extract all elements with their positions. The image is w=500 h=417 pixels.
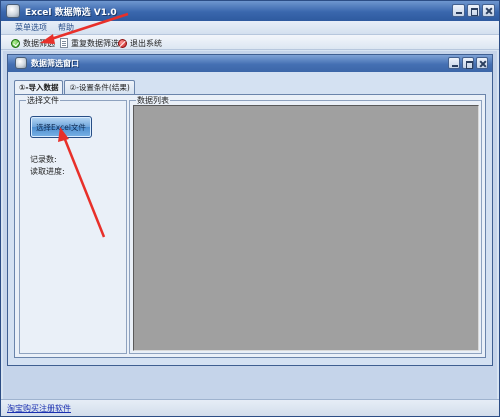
- close-button[interactable]: [482, 4, 495, 17]
- tab-import-data[interactable]: ①-导入数据: [14, 80, 64, 95]
- record-count-label: 记录数:: [30, 155, 57, 164]
- data-grid[interactable]: [133, 105, 479, 351]
- child-window-icon: [15, 57, 27, 69]
- toolbar-data-filter-label: 数据筛选: [23, 38, 55, 48]
- child-title-bar[interactable]: 数据筛选窗口: [8, 55, 492, 72]
- stop-icon: [118, 38, 127, 48]
- menu-help[interactable]: 帮助: [58, 22, 74, 33]
- tab-set-conditions[interactable]: ②-设置条件(结果): [64, 80, 135, 94]
- toolbar: 数据筛选 重复数据筛选 退出系统: [1, 35, 499, 50]
- select-file-group: 选择文件 选择Excel文件 记录数: 读取进度:: [19, 95, 127, 354]
- toolbar-duplicate-filter-label: 重复数据筛选: [71, 38, 119, 48]
- toolbar-exit-label: 退出系统: [130, 38, 162, 48]
- child-maximize-button[interactable]: [462, 57, 474, 69]
- toolbar-data-filter-button[interactable]: 数据筛选: [11, 37, 55, 49]
- maximize-button[interactable]: [467, 4, 480, 17]
- window-title: Excel 数据筛选 V1.0: [25, 8, 117, 18]
- child-minimize-button[interactable]: [448, 57, 460, 69]
- app-icon: [6, 4, 20, 18]
- data-list-group: 数据列表: [129, 95, 482, 354]
- import-tab-page: 选择文件 选择Excel文件 记录数: 读取进度: 数据列表: [14, 94, 486, 358]
- mdi-client-area: 数据筛选窗口 ①-导入数据 ②-设置条件(结果) 选择文件 选择Excel文件 …: [3, 51, 497, 399]
- toolbar-duplicate-filter-button[interactable]: 重复数据筛选: [60, 37, 119, 49]
- tab-strip: ①-导入数据 ②-设置条件(结果): [14, 80, 135, 95]
- select-file-group-label: 选择文件: [26, 95, 60, 106]
- green-check-icon: [11, 38, 20, 48]
- minimize-button[interactable]: [452, 4, 465, 17]
- child-window-title: 数据筛选窗口: [31, 59, 79, 68]
- select-excel-file-button[interactable]: 选择Excel文件: [30, 116, 92, 138]
- menu-bar: 菜单选项 帮助: [1, 21, 499, 35]
- toolbar-exit-button[interactable]: 退出系统: [118, 37, 162, 49]
- read-progress-label: 读取进度:: [30, 167, 65, 176]
- filter-child-window: 数据筛选窗口 ①-导入数据 ②-设置条件(结果) 选择文件 选择Excel文件 …: [7, 54, 493, 366]
- status-bar: 淘宝购买注册软件: [1, 399, 499, 416]
- child-close-button[interactable]: [476, 57, 488, 69]
- buy-registration-link[interactable]: 淘宝购买注册软件: [7, 403, 71, 414]
- menu-options[interactable]: 菜单选项: [15, 22, 47, 33]
- title-bar[interactable]: Excel 数据筛选 V1.0: [1, 1, 499, 21]
- document-icon: [60, 38, 68, 48]
- main-window: Excel 数据筛选 V1.0 菜单选项 帮助 数据筛选 重复数据筛选 退出系统…: [0, 0, 500, 417]
